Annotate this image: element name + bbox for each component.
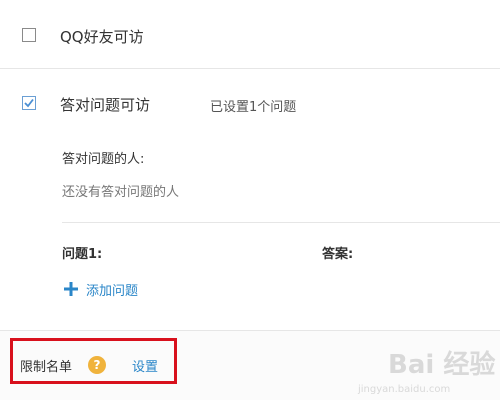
divider	[0, 330, 500, 331]
question-status-text: 已设置1个问题	[210, 100, 297, 115]
baidu-watermark-logo: Bai 经验	[388, 350, 496, 380]
divider	[0, 68, 500, 69]
divider	[62, 222, 500, 223]
qq-friends-label: QQ好友可访	[60, 28, 144, 46]
plus-icon[interactable]	[64, 282, 78, 296]
add-question-link[interactable]: 添加问题	[86, 280, 138, 299]
check-icon	[24, 98, 34, 108]
qq-friends-checkbox[interactable]	[22, 28, 36, 42]
answer-header: 答案:	[322, 247, 354, 262]
baidu-watermark-url: jingyan.baidu.com	[358, 384, 451, 395]
answerers-title: 答对问题的人:	[62, 152, 145, 167]
answer-question-label: 答对问题可访	[60, 96, 151, 114]
answerers-empty-text: 还没有答对问题的人	[62, 185, 180, 200]
answer-question-checkbox[interactable]	[22, 96, 36, 110]
question-header: 问题1:	[62, 247, 103, 262]
highlight-box	[10, 338, 177, 384]
